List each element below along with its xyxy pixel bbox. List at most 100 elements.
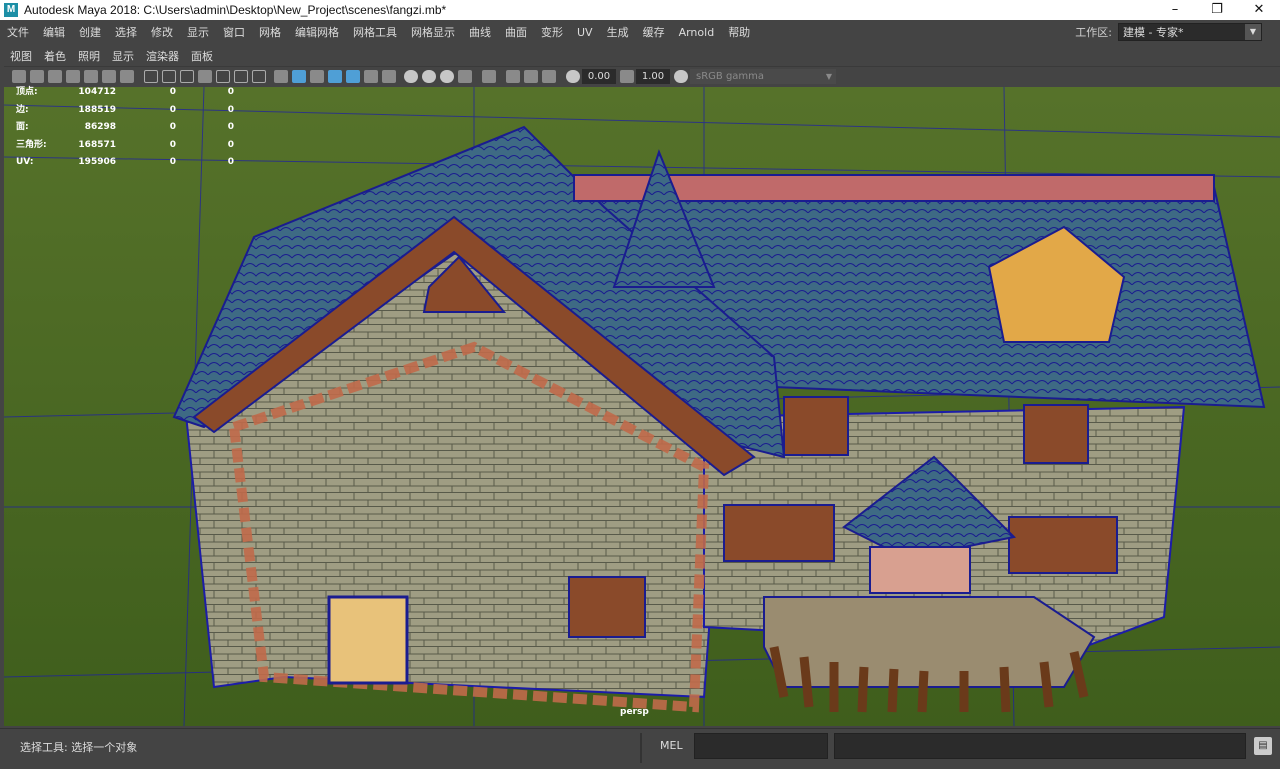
hud-value: 0	[227, 139, 234, 150]
hud-value: 0	[169, 139, 176, 150]
panel-menu-lighting[interactable]: 照明	[72, 48, 106, 64]
menu-help[interactable]: 帮助	[721, 24, 757, 40]
upper-shutter-window-2	[1023, 404, 1089, 464]
menu-edit[interactable]: 编辑	[36, 24, 72, 40]
hud-label: 顶点:	[16, 87, 38, 97]
anti-aliasing-icon[interactable]	[440, 70, 454, 83]
chevron-down-icon: ▼	[825, 72, 832, 81]
house-model[interactable]	[172, 125, 1266, 713]
xray-components-icon[interactable]	[542, 70, 556, 83]
mel-command-input[interactable]	[694, 733, 828, 759]
motion-blur-icon[interactable]	[422, 70, 436, 83]
xray-icon[interactable]	[506, 70, 520, 83]
gate-mask-icon[interactable]	[198, 70, 212, 83]
panel-menu-panels[interactable]: 面板	[185, 48, 219, 64]
textured-icon[interactable]	[346, 70, 360, 83]
menu-arnold[interactable]: Arnold	[672, 26, 722, 39]
menu-curves[interactable]: 曲线	[462, 24, 498, 40]
menu-uv[interactable]: UV	[570, 26, 600, 39]
field-chart-icon[interactable]	[216, 70, 230, 83]
mel-label[interactable]: MEL	[660, 739, 683, 752]
menu-file[interactable]: 文件	[0, 24, 36, 40]
panel-menu-bar: 视图 着色 照明 显示 渲染器 面板	[4, 46, 1280, 66]
image-plane-icon[interactable]	[66, 70, 80, 83]
screen-space-ao-icon[interactable]	[404, 70, 418, 83]
workspace-select[interactable]: 建模 - 专家* ▼	[1118, 23, 1262, 41]
porch-entrance	[869, 546, 971, 594]
left-shutter-window	[568, 576, 646, 638]
hud-row-vertices: 顶点: 104712 0 0	[16, 84, 234, 102]
hud-value: 0	[169, 122, 176, 132]
hud-label: 面:	[16, 122, 29, 132]
exposure-field[interactable]: 0.00	[582, 69, 616, 84]
minimize-icon[interactable]: –	[1154, 0, 1196, 20]
safe-action-icon[interactable]	[234, 70, 248, 83]
xray-joints-icon[interactable]	[524, 70, 538, 83]
hud-label: 边:	[16, 104, 29, 115]
menu-select[interactable]: 选择	[108, 24, 144, 40]
color-space-select[interactable]: sRGB gamma ▼	[690, 69, 836, 84]
film-gate-icon[interactable]	[162, 70, 176, 83]
menu-display[interactable]: 显示	[180, 24, 216, 40]
help-line: 选择工具: 选择一个对象	[20, 741, 138, 754]
bookmark-icon[interactable]	[48, 70, 62, 83]
menu-modify[interactable]: 修改	[144, 24, 180, 40]
menu-cache[interactable]: 缓存	[636, 24, 672, 40]
menu-create[interactable]: 创建	[72, 24, 108, 40]
bounding-box-icon[interactable]	[310, 70, 324, 83]
resolution-gate-icon[interactable]	[180, 70, 194, 83]
menu-edit-mesh[interactable]: 编辑网格	[288, 24, 346, 40]
smooth-shade-icon[interactable]	[292, 70, 306, 83]
panel-menu-shading[interactable]: 着色	[38, 48, 72, 64]
camera-attributes-icon[interactable]	[30, 70, 44, 83]
panel-menu-view[interactable]: 视图	[4, 48, 38, 64]
menu-mesh[interactable]: 网格	[252, 24, 288, 40]
menu-windows[interactable]: 窗口	[216, 24, 252, 40]
color-management-icon[interactable]	[674, 70, 688, 83]
lower-shutter-window-1	[723, 504, 835, 562]
2d-pan-zoom-icon[interactable]	[102, 70, 116, 83]
hud-value: 104712	[78, 87, 116, 97]
window-title: Autodesk Maya 2018: C:\Users\admin\Deskt…	[24, 3, 447, 17]
hud-value: 0	[169, 87, 176, 97]
divider	[640, 733, 642, 763]
menu-mesh-display[interactable]: 网格显示	[404, 24, 462, 40]
select-camera-icon[interactable]	[12, 70, 26, 83]
shadows-icon[interactable]	[382, 70, 396, 83]
use-all-lights-icon[interactable]	[364, 70, 378, 83]
hud-row-triangles: 三角形: 168571 0 0	[16, 137, 234, 155]
restore-icon[interactable]: ❐	[1196, 0, 1238, 20]
menu-mesh-tools[interactable]: 网格工具	[346, 24, 404, 40]
chevron-down-icon: ▼	[1245, 24, 1261, 40]
grease-pencil-icon[interactable]	[84, 70, 98, 83]
menu-surfaces[interactable]: 曲面	[498, 24, 534, 40]
grid-icon[interactable]	[144, 70, 158, 83]
lower-shutter-window-2	[1008, 516, 1118, 574]
poly-count-hud: 顶点: 104712 0 0 边: 188519 0 0 面: 86298 0 0 三角形: 168…	[16, 84, 234, 172]
safe-title-icon[interactable]	[252, 70, 266, 83]
depth-of-field-icon[interactable]	[458, 70, 472, 83]
hud-label: UV:	[16, 157, 34, 167]
3d-scene[interactable]	[4, 87, 1280, 726]
script-editor-icon[interactable]: ▤	[1254, 737, 1272, 755]
camera-tool-icon[interactable]	[120, 70, 134, 83]
hud-value: 0	[227, 104, 234, 115]
close-icon[interactable]: ✕	[1238, 0, 1280, 20]
color-space-value: sRGB gamma	[696, 71, 765, 82]
maya-logo-icon: M	[4, 3, 18, 17]
panel-menu-show[interactable]: 显示	[106, 48, 140, 64]
hud-label: 三角形:	[16, 139, 47, 150]
wireframe-on-shaded-icon[interactable]	[328, 70, 342, 83]
hud-value: 86298	[84, 122, 116, 132]
hud-row-faces: 面: 86298 0 0	[16, 119, 234, 137]
hud-row-uvs: UV: 195906 0 0	[16, 154, 234, 172]
upper-shutter-window-1	[783, 396, 849, 456]
hud-value: 168571	[78, 139, 116, 150]
menu-generate[interactable]: 生成	[600, 24, 636, 40]
hud-value: 0	[169, 157, 176, 167]
isolate-select-icon[interactable]	[482, 70, 496, 83]
panel-menu-renderer[interactable]: 渲染器	[140, 48, 185, 64]
menu-deform[interactable]: 变形	[534, 24, 570, 40]
gamma-field[interactable]: 1.00	[636, 69, 670, 84]
wireframe-icon[interactable]	[274, 70, 288, 83]
